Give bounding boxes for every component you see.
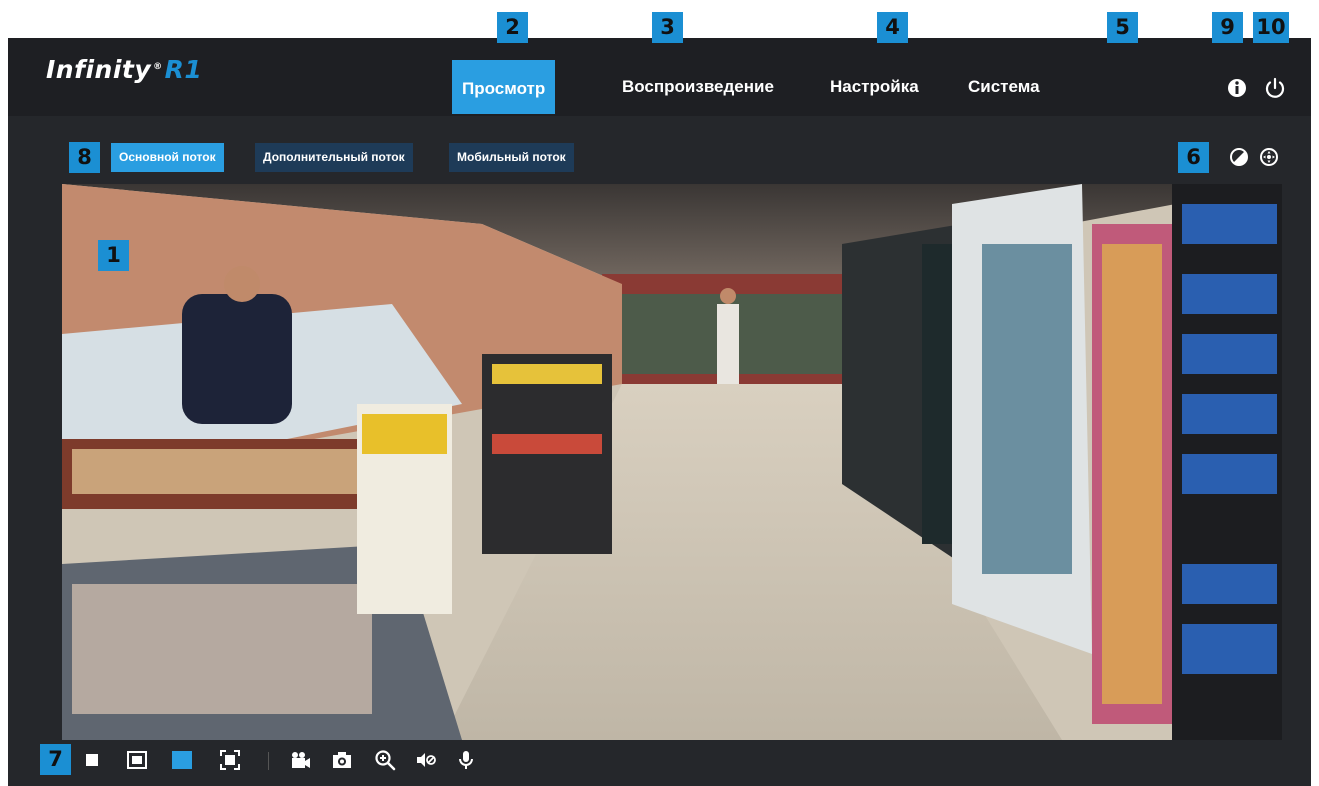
logo: Infinity ®R1 xyxy=(46,55,202,84)
nav-playback[interactable]: Воспроизведение xyxy=(612,60,784,114)
info-icon[interactable] xyxy=(1225,76,1249,100)
nav-settings[interactable]: Настройка xyxy=(820,60,929,114)
zoom-icon[interactable] xyxy=(373,748,397,772)
window-view-icon[interactable] xyxy=(125,748,149,772)
fill-view-icon[interactable] xyxy=(170,748,194,772)
marker-4: 4 xyxy=(877,12,908,43)
marker-8: 8 xyxy=(69,142,100,173)
logo-reg: ® xyxy=(153,61,163,72)
marker-2: 2 xyxy=(497,12,528,43)
bottom-toolbar xyxy=(62,742,1282,778)
tab-mobile-stream[interactable]: Мобильный поток xyxy=(449,143,574,172)
nav-system[interactable]: Система xyxy=(958,60,1050,114)
record-icon[interactable] xyxy=(288,748,312,772)
marker-5: 5 xyxy=(1107,12,1138,43)
tab-main-stream-label: Основной поток xyxy=(119,150,216,164)
marker-1: 1 xyxy=(98,240,129,271)
mute-icon[interactable] xyxy=(414,748,438,772)
contrast-icon[interactable] xyxy=(1228,146,1250,168)
tab-sub-stream-label: Дополнительный поток xyxy=(263,150,405,164)
marker-9: 9 xyxy=(1212,12,1243,43)
logo-text: Infinity xyxy=(46,55,152,84)
tab-main-stream[interactable]: Основной поток xyxy=(111,143,224,172)
marker-10: 10 xyxy=(1253,12,1289,43)
nav-settings-label: Настройка xyxy=(830,77,919,96)
marker-7: 7 xyxy=(40,744,71,775)
power-icon[interactable] xyxy=(1263,76,1287,100)
logo-model: R1 xyxy=(164,55,203,84)
ptz-icon[interactable] xyxy=(1258,146,1280,168)
microphone-icon[interactable] xyxy=(454,748,478,772)
single-view-icon[interactable] xyxy=(80,748,104,772)
nav-system-label: Система xyxy=(968,77,1040,96)
tab-sub-stream[interactable]: Дополнительный поток xyxy=(255,143,413,172)
marker-6: 6 xyxy=(1178,142,1209,173)
tab-mobile-stream-label: Мобильный поток xyxy=(457,150,566,164)
toolbar-divider xyxy=(268,752,269,770)
nav-view[interactable]: Просмотр xyxy=(452,60,556,114)
nav-playback-label: Воспроизведение xyxy=(622,77,774,96)
marker-3: 3 xyxy=(652,12,683,43)
fullscreen-icon[interactable] xyxy=(218,748,242,772)
snapshot-icon[interactable] xyxy=(330,748,354,772)
video-feed[interactable] xyxy=(62,184,1282,740)
nav-view-label: Просмотр xyxy=(462,79,546,98)
